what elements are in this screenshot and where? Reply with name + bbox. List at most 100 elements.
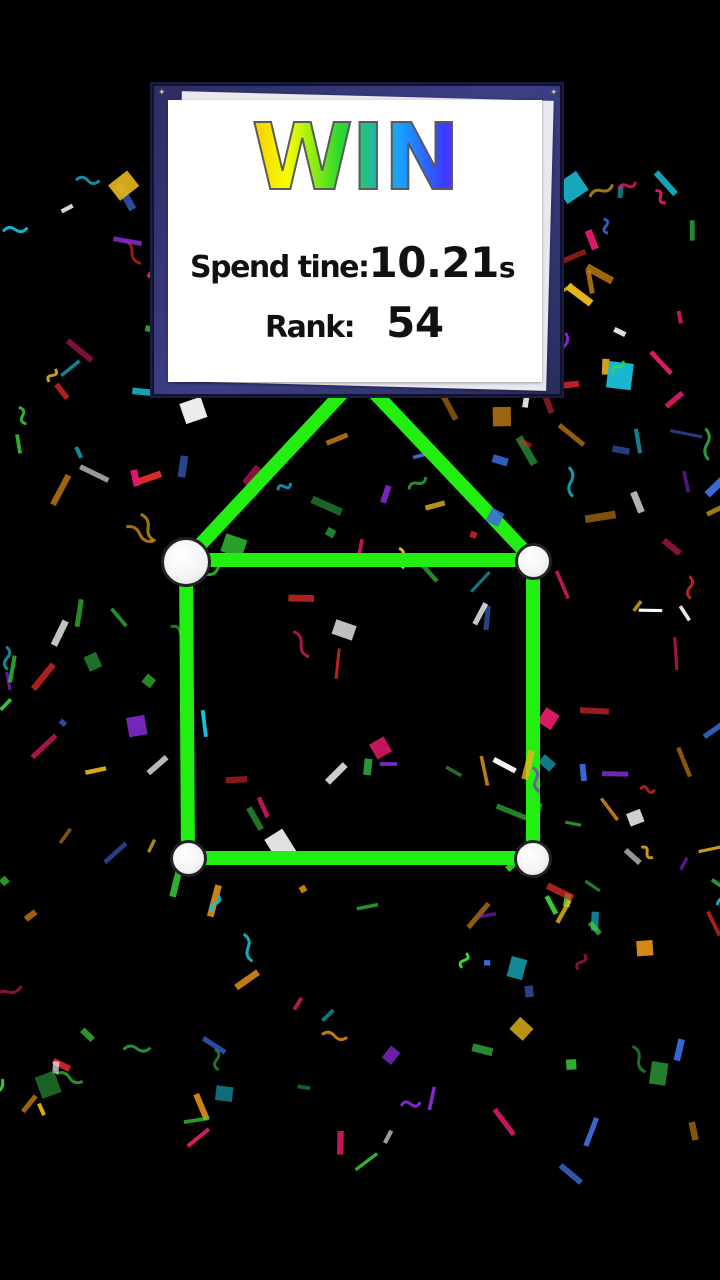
confetti-piece — [542, 395, 555, 415]
rank-row: Rank: 54 — [265, 298, 444, 347]
confetti-piece — [177, 455, 189, 478]
confetti-piece — [60, 359, 81, 378]
confetti-piece — [310, 495, 343, 516]
confetti-piece — [584, 510, 617, 524]
confetti-piece — [602, 217, 610, 235]
confetti-piece — [710, 878, 720, 891]
confetti-piece — [682, 470, 691, 493]
time-unit: s — [498, 251, 516, 284]
confetti-piece — [424, 500, 446, 511]
confetti-piece — [554, 570, 570, 600]
confetti-piece — [626, 808, 645, 827]
confetti-piece — [588, 183, 615, 198]
confetti-piece — [7, 655, 17, 683]
confetti-piece — [336, 1130, 344, 1155]
confetti-piece — [80, 1027, 95, 1043]
confetti-piece — [469, 530, 478, 539]
confetti-piece — [20, 1094, 38, 1114]
confetti-piece — [369, 736, 393, 760]
confetti-piece — [601, 771, 629, 777]
star-icon: ✦ — [158, 88, 166, 98]
confetti-piece — [584, 229, 599, 251]
confetti-piece — [225, 776, 248, 784]
confetti-piece — [146, 755, 169, 776]
confetti-piece — [558, 1163, 583, 1185]
confetti-piece — [147, 838, 157, 853]
confetti-piece — [492, 756, 517, 774]
time-label: Spend tine: — [190, 250, 370, 285]
confetti-piece — [125, 525, 154, 543]
confetti-piece — [506, 956, 528, 981]
confetti-piece — [83, 651, 103, 672]
win-title: WIN — [168, 107, 542, 209]
confetti-piece — [103, 841, 128, 865]
confetti-piece — [567, 465, 575, 498]
confetti-piece — [703, 427, 711, 461]
confetti-piece — [113, 236, 142, 246]
confetti-piece — [1, 226, 29, 234]
confetti-piece — [557, 423, 586, 447]
confetti-piece — [141, 673, 157, 689]
confetti-piece — [458, 952, 470, 969]
node-top-left[interactable] — [161, 537, 211, 587]
confetti-piece — [676, 746, 692, 778]
confetti-piece — [298, 884, 308, 894]
confetti-piece — [515, 435, 538, 467]
confetti-piece — [122, 1044, 152, 1053]
confetti-piece — [126, 714, 148, 738]
confetti-piece — [55, 1071, 84, 1085]
confetti-piece — [331, 619, 357, 641]
house-outline — [179, 383, 540, 865]
confetti-piece — [495, 803, 528, 821]
confetti-piece — [15, 434, 22, 454]
confetti-piece — [491, 454, 509, 467]
confetti-piece — [664, 390, 685, 409]
confetti-piece — [65, 338, 94, 363]
confetti-piece — [544, 895, 559, 915]
node-bottom-left[interactable] — [170, 840, 207, 877]
confetti-piece — [58, 718, 68, 728]
confetti-piece — [200, 709, 208, 738]
confetti-piece — [186, 1127, 211, 1148]
confetti-piece — [599, 797, 620, 822]
confetti-piece — [380, 484, 392, 504]
confetti-piece — [640, 845, 654, 860]
confetti-piece — [363, 758, 373, 776]
confetti-piece — [537, 707, 560, 731]
confetti-piece — [60, 203, 74, 214]
confetti-piece — [636, 939, 654, 957]
confetti-piece — [427, 1086, 436, 1111]
node-bottom-right[interactable] — [514, 840, 552, 878]
confetti-piece — [58, 827, 72, 844]
confetti-piece — [689, 220, 695, 241]
confetti-piece — [356, 902, 379, 911]
confetti-piece — [242, 932, 254, 963]
rank-label: Rank: — [265, 310, 356, 345]
confetti-piece — [399, 1100, 422, 1108]
confetti-piece — [688, 1121, 699, 1141]
confetti-piece — [631, 1045, 647, 1074]
confetti-piece — [110, 607, 128, 628]
confetti-piece — [630, 490, 645, 514]
confetti-piece — [538, 754, 557, 772]
confetti-piece — [715, 890, 720, 906]
confetti-piece — [705, 501, 720, 517]
confetti-piece — [84, 766, 107, 775]
confetti-piece — [584, 879, 601, 893]
confetti-piece — [479, 755, 490, 786]
confetti-piece — [575, 953, 588, 971]
confetti-piece — [0, 985, 23, 999]
confetti-piece — [179, 396, 208, 425]
confetti-piece — [565, 820, 582, 827]
node-top-right[interactable] — [515, 543, 552, 580]
confetti-piece — [524, 985, 534, 998]
confetti-piece — [653, 170, 678, 197]
confetti-piece — [638, 608, 663, 613]
confetti-piece — [381, 1045, 401, 1065]
confetti-piece — [673, 1038, 685, 1062]
confetti-piece — [292, 996, 304, 1011]
confetti-piece — [565, 1059, 577, 1070]
confetti-piece — [639, 785, 656, 794]
confetti-piece — [297, 1084, 311, 1091]
confetti-piece — [321, 1008, 335, 1023]
